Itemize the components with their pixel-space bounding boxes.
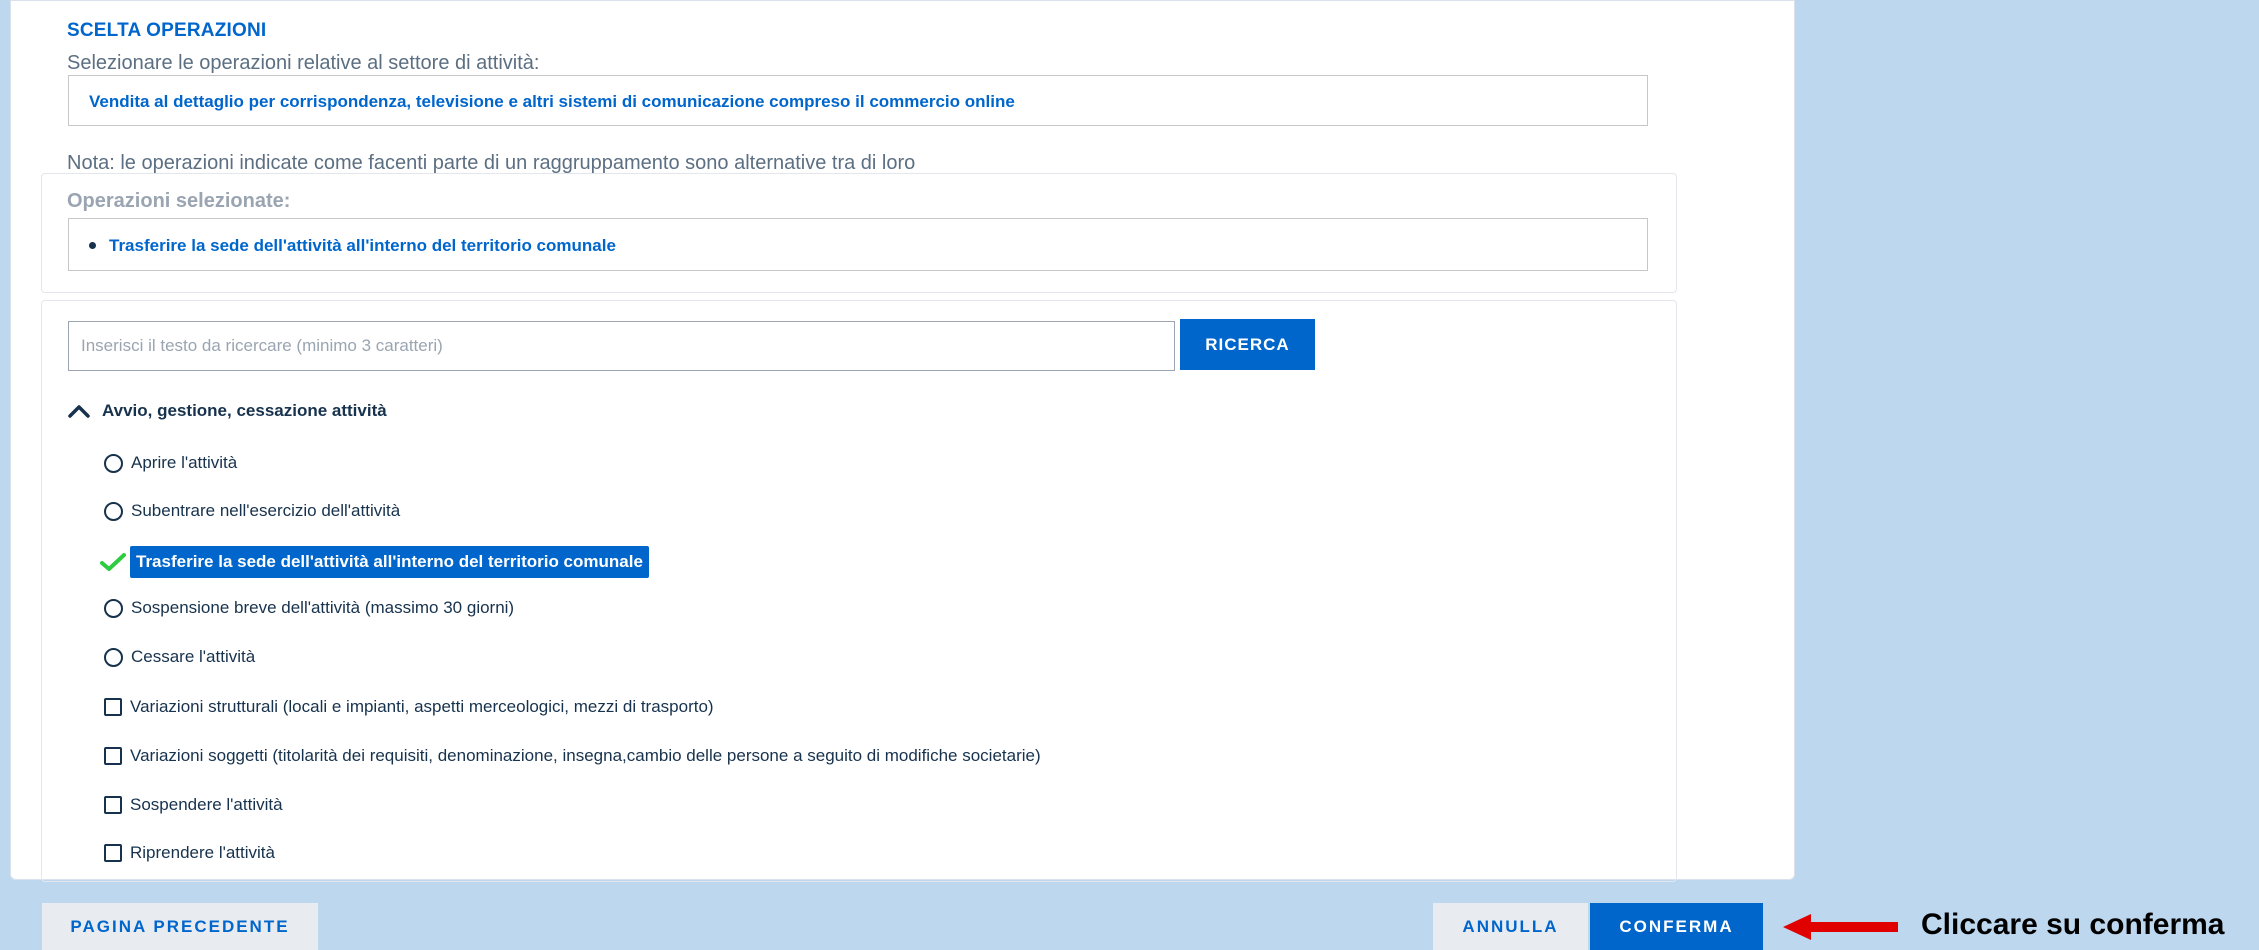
radio-button[interactable] xyxy=(104,647,123,667)
checkbox[interactable] xyxy=(104,698,122,716)
option-label: Sospendere l'attività xyxy=(130,795,283,814)
radio-button[interactable] xyxy=(104,598,123,618)
radio-button[interactable] xyxy=(104,501,123,521)
search-button[interactable]: RICERCA xyxy=(1180,319,1315,370)
option-variazioni-strutturali[interactable]: Variazioni strutturali (locali e impiant… xyxy=(104,692,714,722)
option-cessare[interactable]: Cessare l'attività xyxy=(104,642,255,672)
section-subtitle: Selezionare le operazioni relative al se… xyxy=(67,52,540,74)
section-title: SCELTA OPERAZIONI xyxy=(67,20,267,41)
option-variazioni-soggetti[interactable]: Variazioni soggetti (titolarità dei requ… xyxy=(104,741,1041,771)
option-aprire[interactable]: Aprire l'attività xyxy=(104,448,237,478)
option-label: Sospensione breve dell'attività (massimo… xyxy=(131,598,515,617)
checkbox[interactable] xyxy=(104,796,122,814)
option-riprendere[interactable]: Riprendere l'attività xyxy=(104,838,275,868)
option-sospensione-breve[interactable]: Sospensione breve dell'attività (massimo… xyxy=(104,593,514,623)
option-label-selected: Trasferire la sede dell'attività all'int… xyxy=(130,546,649,578)
search-input[interactable] xyxy=(68,321,1175,371)
chevron-up-icon xyxy=(68,405,90,418)
radio-button[interactable] xyxy=(104,453,123,473)
previous-page-button[interactable]: PAGINA PRECEDENTE xyxy=(42,903,318,950)
nota-text: Nota: le operazioni indicate come facent… xyxy=(67,152,916,174)
option-label: Variazioni soggetti (titolarità dei requ… xyxy=(130,746,1041,765)
selected-operations-title: Operazioni selezionate: xyxy=(67,190,291,212)
option-label: Riprendere l'attività xyxy=(130,843,275,862)
option-subentrare[interactable]: Subentrare nell'esercizio dell'attività xyxy=(104,496,400,526)
selected-operations-list: Trasferire la sede dell'attività all'int… xyxy=(68,218,1648,271)
checkbox[interactable] xyxy=(104,747,122,765)
option-label: Variazioni strutturali (locali e impiant… xyxy=(130,697,714,716)
annotation-text: Cliccare su conferma xyxy=(1921,908,2225,941)
group-label: Avvio, gestione, cessazione attività xyxy=(102,401,387,420)
bullet-icon xyxy=(89,242,96,249)
operations-card xyxy=(41,300,1677,882)
selected-operation-item: Trasferire la sede dell'attività all'int… xyxy=(109,236,616,255)
sector-text: Vendita al dettaglio per corrispondenza,… xyxy=(89,92,1015,111)
option-label: Subentrare nell'esercizio dell'attività xyxy=(131,501,401,520)
group-header[interactable]: Avvio, gestione, cessazione attività xyxy=(68,398,387,424)
checkmark-icon xyxy=(100,553,126,571)
option-label: Cessare l'attività xyxy=(131,647,256,666)
checkbox[interactable] xyxy=(104,844,122,862)
confirm-button[interactable]: CONFERMA xyxy=(1590,903,1763,950)
sector-box: Vendita al dettaglio per corrispondenza,… xyxy=(68,75,1648,126)
arrow-left-icon xyxy=(1783,914,1898,940)
cancel-button[interactable]: ANNULLA xyxy=(1433,903,1588,950)
option-trasferire[interactable]: Trasferire la sede dell'attività all'int… xyxy=(100,545,649,579)
option-label: Aprire l'attività xyxy=(131,453,238,472)
option-sospendere[interactable]: Sospendere l'attività xyxy=(104,790,283,820)
